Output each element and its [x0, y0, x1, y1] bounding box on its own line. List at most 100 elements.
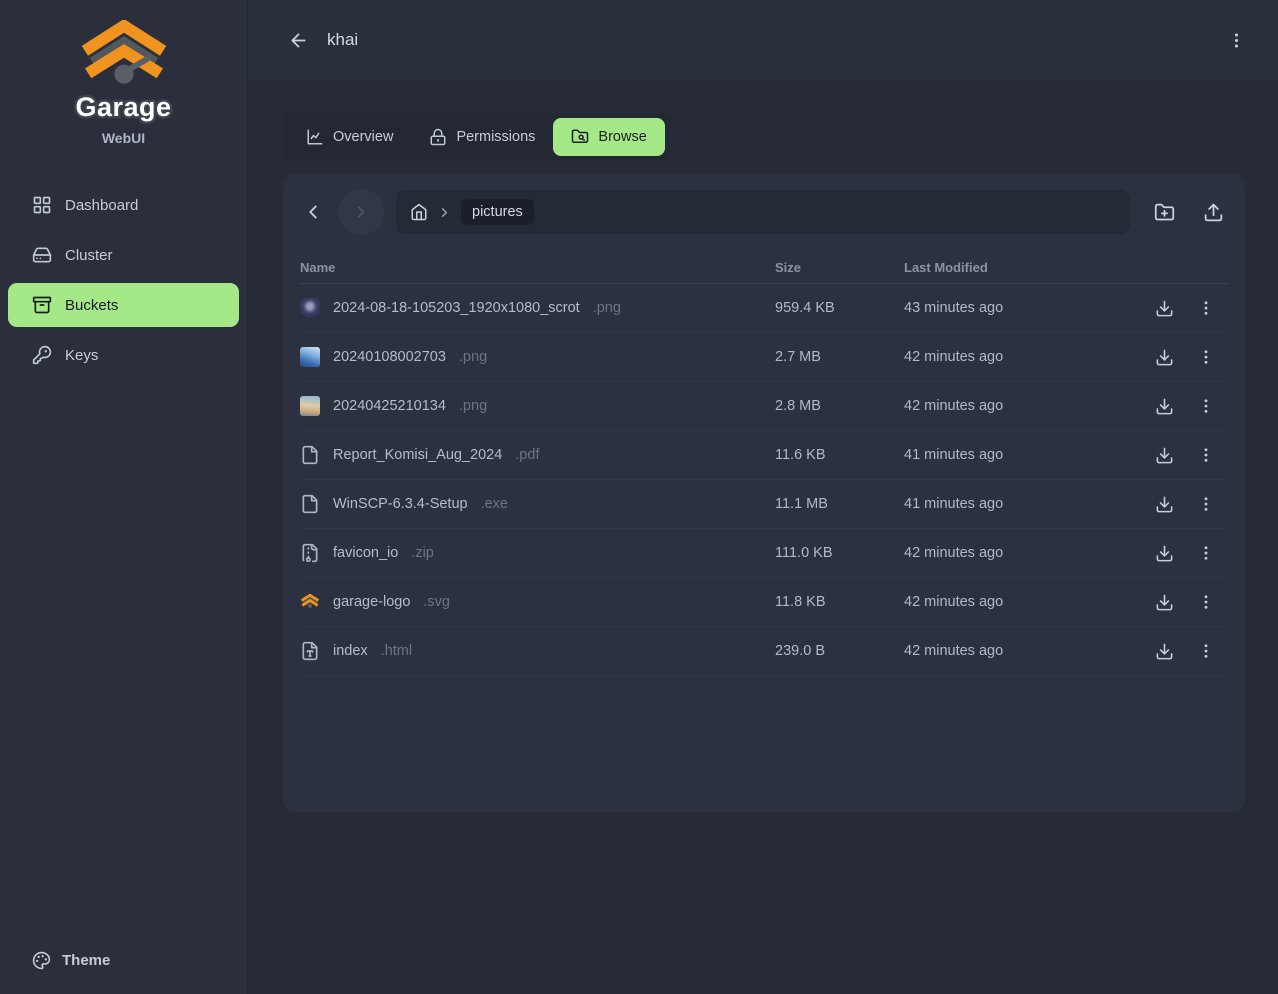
sidebar-item-label: Keys [65, 347, 98, 364]
file-name-cell: Report_Komisi_Aug_2024.pdf [300, 445, 775, 465]
bucket-tabs: Overview Permissions Browse [283, 113, 670, 161]
file-row[interactable]: index .html 239.0 B 42 minutes ago [300, 627, 1228, 676]
download-button[interactable] [1144, 589, 1184, 616]
row-menu-button[interactable] [1184, 638, 1228, 664]
image-thumbnail [300, 396, 320, 416]
file-row[interactable]: 20240108002703.png 2.7 MB 42 minutes ago [300, 333, 1228, 382]
file-row[interactable]: favicon_io.zip 111.0 KB 42 minutes ago [300, 529, 1228, 578]
sidebar: Garage WebUI Dashboard Cluster Buckets [0, 0, 248, 994]
download-button[interactable] [1144, 491, 1184, 518]
download-button[interactable] [1144, 393, 1184, 420]
file-modified: 41 minutes ago [904, 496, 1144, 512]
download-button[interactable] [1144, 540, 1184, 567]
download-button[interactable] [1144, 295, 1184, 322]
file-name-cell: index .html [300, 641, 775, 661]
file-extension: .pdf [515, 447, 539, 463]
dashboard-icon [32, 195, 52, 215]
sidebar-item-dashboard[interactable]: Dashboard [8, 183, 239, 227]
sidebar-item-label: Dashboard [65, 197, 138, 214]
tab-permissions[interactable]: Permissions [411, 118, 553, 156]
image-thumbnail [300, 298, 320, 318]
line-chart-icon [306, 128, 324, 146]
browse-panel: pictures Name Size Last Modified [283, 174, 1245, 812]
main-area: khai Overview Permissions [248, 0, 1278, 994]
file-icon [300, 445, 320, 465]
file-extension: .html [381, 643, 412, 659]
sidebar-item-label: Cluster [65, 247, 113, 264]
file-extension: .exe [481, 496, 508, 512]
breadcrumb-folder-pictures[interactable]: pictures [461, 199, 534, 225]
upload-button[interactable] [1203, 202, 1224, 223]
file-type-icon [300, 641, 320, 661]
folder-search-icon [571, 128, 589, 146]
file-modified: 42 minutes ago [904, 398, 1144, 414]
row-menu-button[interactable] [1184, 344, 1228, 370]
sidebar-item-keys[interactable]: Keys [8, 333, 239, 377]
file-name-cell: 2024-08-18-105203_1920x1080_scrot .png [300, 298, 775, 318]
download-button[interactable] [1144, 638, 1184, 665]
bucket-header: khai [248, 0, 1278, 80]
file-extension: .png [593, 300, 621, 316]
row-menu-button[interactable] [1184, 540, 1228, 566]
file-name-cell: garage-logo.svg [300, 592, 775, 612]
file-row[interactable]: garage-logo.svg 11.8 KB 42 minutes ago [300, 578, 1228, 627]
file-name: WinSCP-6.3.4-Setup [333, 496, 468, 512]
file-size: 2.8 MB [775, 398, 904, 414]
theme-toggle[interactable]: Theme [0, 931, 247, 994]
file-name-cell: favicon_io.zip [300, 543, 775, 563]
file-row[interactable]: 2024-08-18-105203_1920x1080_scrot .png 95… [300, 284, 1228, 333]
nav-forward-button[interactable] [338, 189, 384, 235]
home-icon[interactable] [410, 203, 428, 221]
path-breadcrumb[interactable]: pictures [396, 190, 1130, 234]
file-size: 959.4 KB [775, 300, 904, 316]
file-name: 20240425210134 [333, 398, 446, 414]
content-area: Overview Permissions Browse [248, 80, 1278, 994]
image-thumbnail [300, 347, 320, 367]
file-name: 2024-08-18-105203_1920x1080_scrot [333, 300, 580, 316]
row-menu-button[interactable] [1184, 589, 1228, 615]
file-size: 239.0 B [775, 643, 904, 659]
file-name: index [333, 643, 368, 659]
download-button[interactable] [1144, 442, 1184, 469]
file-archive-icon [300, 543, 320, 563]
sidebar-item-buckets[interactable]: Buckets [8, 283, 239, 327]
file-modified: 42 minutes ago [904, 643, 1144, 659]
back-button[interactable] [284, 26, 313, 55]
new-folder-button[interactable] [1154, 202, 1175, 223]
file-icon [300, 494, 320, 514]
tab-browse[interactable]: Browse [553, 118, 664, 156]
bucket-title: khai [327, 30, 358, 50]
file-extension: .zip [411, 545, 434, 561]
file-modified: 41 minutes ago [904, 447, 1144, 463]
browse-toolbar: pictures [300, 189, 1228, 235]
file-size: 11.1 MB [775, 496, 904, 512]
file-name-cell: WinSCP-6.3.4-Setup .exe [300, 494, 775, 514]
row-menu-button[interactable] [1184, 295, 1228, 321]
tab-overview[interactable]: Overview [288, 118, 411, 156]
app-logo: Garage WebUI [0, 0, 247, 146]
bucket-menu-button[interactable] [1221, 25, 1252, 56]
palette-icon [32, 951, 51, 970]
svg-logo-thumbnail [300, 592, 320, 612]
file-name: 20240108002703 [333, 349, 446, 365]
sidebar-item-cluster[interactable]: Cluster [8, 233, 239, 277]
column-modified: Last Modified [904, 260, 1144, 275]
row-menu-button[interactable] [1184, 393, 1228, 419]
file-row[interactable]: Report_Komisi_Aug_2024.pdf 11.6 KB 41 mi… [300, 431, 1228, 480]
sidebar-item-label: Buckets [65, 297, 118, 314]
theme-label: Theme [62, 952, 110, 969]
row-menu-button[interactable] [1184, 442, 1228, 468]
keys-icon [32, 345, 52, 365]
file-size: 11.6 KB [775, 447, 904, 463]
file-modified: 42 minutes ago [904, 594, 1144, 610]
file-extension: .svg [423, 594, 450, 610]
lock-icon [429, 128, 447, 146]
file-modified: 43 minutes ago [904, 300, 1144, 316]
download-button[interactable] [1144, 344, 1184, 371]
nav-back-button[interactable] [300, 199, 326, 225]
file-row[interactable]: WinSCP-6.3.4-Setup .exe 11.1 MB 41 minute… [300, 480, 1228, 529]
file-extension: .png [459, 398, 487, 414]
tab-label: Permissions [456, 129, 535, 145]
row-menu-button[interactable] [1184, 491, 1228, 517]
file-row[interactable]: 20240425210134 .png 2.8 MB 42 minutes ago [300, 382, 1228, 431]
